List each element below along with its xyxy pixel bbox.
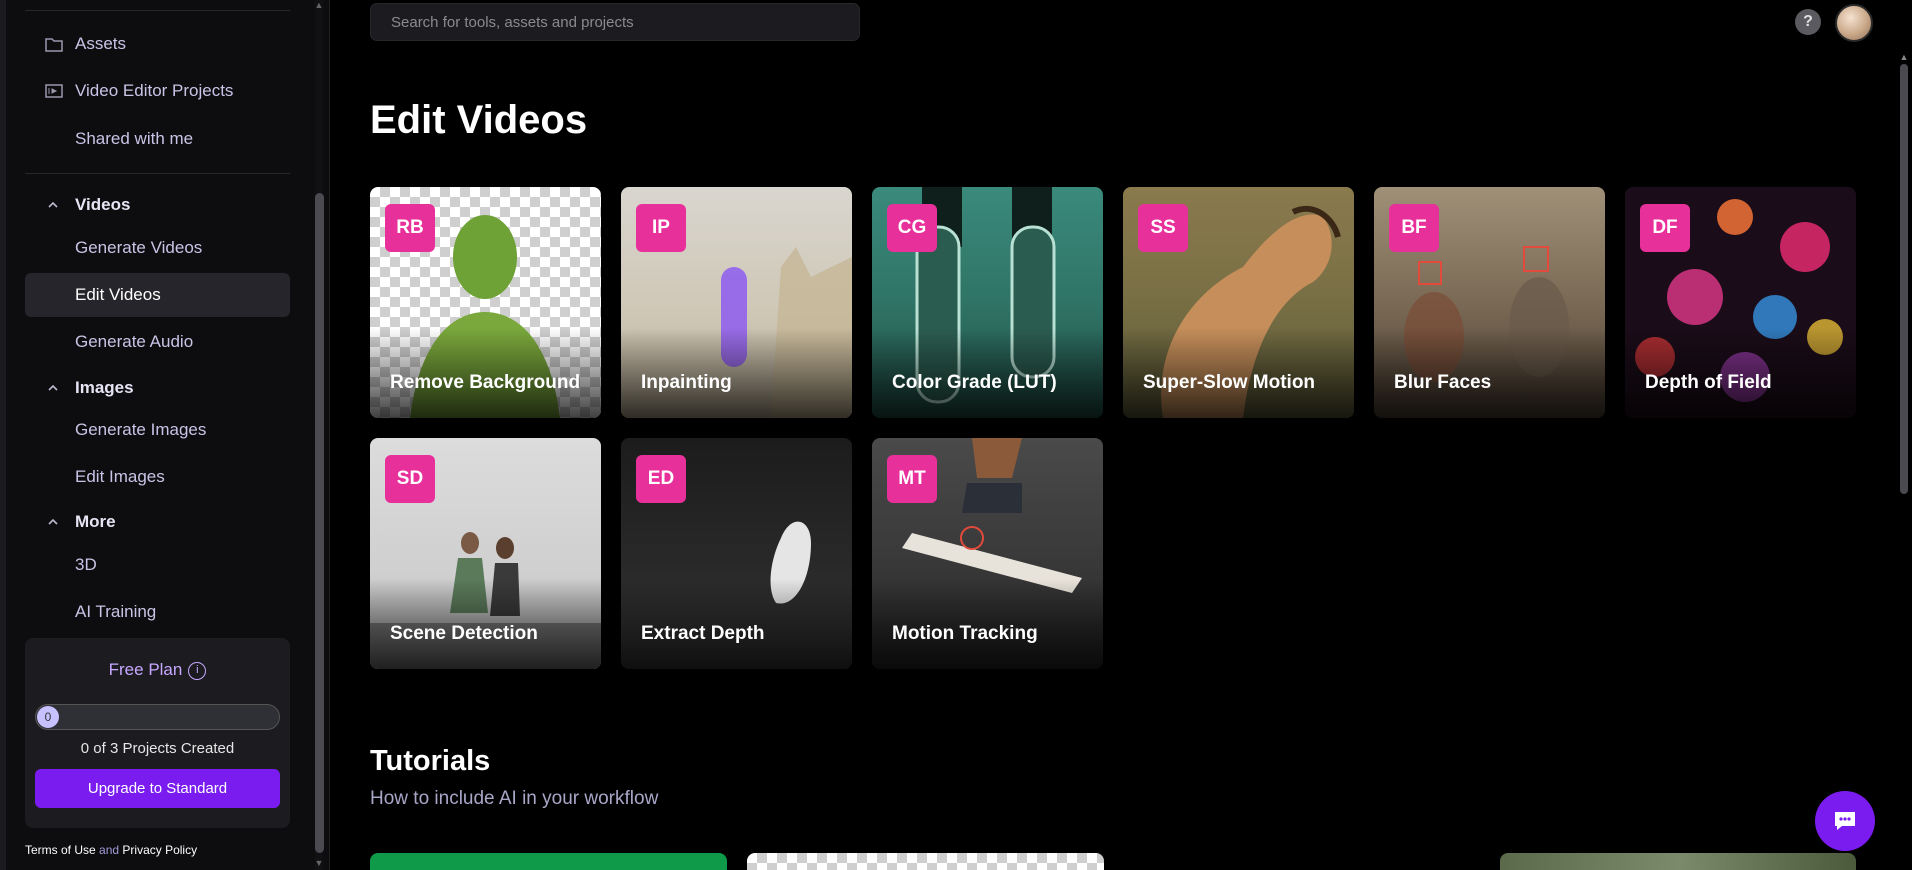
tool-card-color-grade[interactable]: CG Color Grade (LUT): [872, 187, 1103, 418]
tutorials-title: Tutorials: [370, 745, 491, 777]
sidebar-divider: [25, 10, 290, 11]
tool-label: Scene Detection: [390, 623, 538, 644]
footer-links: Terms of Use and Privacy Policy: [25, 843, 197, 857]
help-icon[interactable]: ?: [1795, 9, 1821, 35]
tool-label: Motion Tracking: [892, 623, 1038, 644]
projects-progress-bar: 0: [35, 704, 280, 730]
sidebar-item-label: Shared with me: [75, 129, 194, 148]
sidebar-item-3d[interactable]: 3D: [25, 543, 290, 587]
tool-card-extract-depth[interactable]: ED Extract Depth: [621, 438, 852, 669]
tool-badge: RB: [385, 204, 435, 252]
tool-label: Inpainting: [641, 372, 732, 393]
section-images-toggle[interactable]: Images: [25, 373, 290, 403]
sidebar-item-generate-images[interactable]: Generate Images: [25, 408, 290, 452]
tool-card-remove-background[interactable]: RB Remove Background: [370, 187, 601, 418]
tool-badge: SD: [385, 455, 435, 503]
sidebar-item-edit-videos[interactable]: Edit Videos: [25, 273, 290, 317]
projects-count: 0 of 3 Projects Created: [80, 740, 235, 757]
sidebar-item-label: Edit Videos: [75, 285, 161, 304]
footer-and: and: [99, 843, 120, 857]
sidebar-item-label: Generate Videos: [75, 238, 203, 257]
chat-bubble-icon: [1835, 812, 1855, 830]
tool-label: Color Grade (LUT): [892, 372, 1057, 393]
chevron-up-icon: [45, 514, 61, 530]
tool-badge: DF: [1640, 204, 1690, 252]
tool-label: Blur Faces: [1394, 372, 1492, 393]
tool-label: Remove Background: [390, 372, 581, 393]
section-title: Videos: [75, 195, 131, 214]
app-root: Assets Video Editor Projects Shared with…: [0, 0, 1912, 870]
chat-button[interactable]: [1815, 791, 1875, 851]
sidebar-item-label: Video Editor Projects: [75, 81, 234, 100]
tutorial-card[interactable]: [747, 853, 1104, 870]
sidebar-rail: [0, 0, 6, 870]
avatar[interactable]: [1835, 4, 1873, 42]
privacy-link[interactable]: Privacy Policy: [122, 843, 197, 857]
sidebar-item-edit-images[interactable]: Edit Images: [25, 455, 290, 499]
tool-badge: CG: [887, 204, 937, 252]
scroll-up-arrow-icon[interactable]: ▲: [313, 0, 325, 12]
sidebar-divider: [25, 173, 290, 174]
plan-title-row: Free Plan i: [25, 660, 290, 680]
section-title: Images: [75, 378, 134, 397]
page-title: Edit Videos: [370, 98, 588, 142]
tool-card-inpainting[interactable]: IP Inpainting: [621, 187, 852, 418]
tool-badge: MT: [887, 455, 937, 503]
video-projects-icon: [45, 82, 63, 100]
sidebar-item-generate-videos[interactable]: Generate Videos: [25, 226, 290, 270]
sidebar-item-label: Generate Audio: [75, 332, 194, 351]
tool-badge: IP: [636, 204, 686, 252]
tool-card-motion-tracking[interactable]: MT Motion Tracking: [872, 438, 1103, 669]
tool-card-scene-detection[interactable]: SD Scene Detection: [370, 438, 601, 669]
terms-link[interactable]: Terms of Use: [25, 843, 96, 857]
sidebar-scrollbar[interactable]: ▲ ▼: [313, 0, 325, 870]
scroll-down-arrow-icon[interactable]: ▼: [313, 858, 325, 870]
sidebar-item-video-editor-projects[interactable]: Video Editor Projects: [25, 69, 290, 113]
sidebar-item-ai-training[interactable]: AI Training: [25, 590, 290, 634]
sidebar: Assets Video Editor Projects Shared with…: [0, 0, 330, 870]
plan-card: Free Plan i 0 0 of 3 Projects Created Upg…: [25, 638, 290, 828]
sidebar-item-label: AI Training: [75, 602, 157, 621]
section-more-toggle[interactable]: More: [25, 507, 290, 537]
folder-icon: [45, 35, 63, 53]
chevron-up-icon: [45, 197, 61, 213]
tool-card-super-slow-motion[interactable]: SS Super-Slow Motion: [1123, 187, 1354, 418]
sidebar-item-label: Assets: [75, 34, 127, 53]
scrollbar-thumb[interactable]: [315, 193, 324, 853]
tool-label: Super-Slow Motion: [1143, 372, 1316, 393]
progress-value: 0: [37, 706, 59, 728]
tool-card-blur-faces[interactable]: BF Blur Faces: [1374, 187, 1605, 418]
sidebar-item-shared-with-me[interactable]: Shared with me: [25, 117, 290, 161]
tutorial-card[interactable]: [370, 853, 727, 870]
upgrade-button[interactable]: Upgrade to Standard: [35, 769, 280, 808]
tool-label: Depth of Field: [1645, 372, 1772, 393]
plan-title: Free Plan: [108, 660, 183, 679]
sidebar-item-label: 3D: [75, 555, 97, 574]
tool-badge: ED: [636, 455, 686, 503]
scrollbar-thumb[interactable]: [1900, 64, 1908, 494]
tool-label: Extract Depth: [641, 623, 765, 644]
section-title: More: [75, 512, 116, 531]
tutorial-card[interactable]: [1500, 853, 1856, 870]
tutorials-subtitle: How to include AI in your workflow: [370, 788, 659, 809]
search-input[interactable]: [370, 3, 860, 41]
info-icon[interactable]: i: [188, 661, 207, 680]
sidebar-item-generate-audio[interactable]: Generate Audio: [25, 320, 290, 364]
tool-badge: BF: [1389, 204, 1439, 252]
chevron-up-icon: [45, 380, 61, 396]
tool-card-depth-of-field[interactable]: DF Depth of Field: [1625, 187, 1856, 418]
section-videos-toggle[interactable]: Videos: [25, 190, 290, 220]
tool-badge: SS: [1138, 204, 1188, 252]
sidebar-item-label: Edit Images: [75, 467, 165, 486]
main-scrollbar[interactable]: ▲: [1898, 52, 1910, 870]
sidebar-item-label: Generate Images: [75, 420, 207, 439]
scroll-up-arrow-icon[interactable]: ▲: [1898, 52, 1910, 64]
sidebar-item-assets[interactable]: Assets: [25, 22, 290, 66]
